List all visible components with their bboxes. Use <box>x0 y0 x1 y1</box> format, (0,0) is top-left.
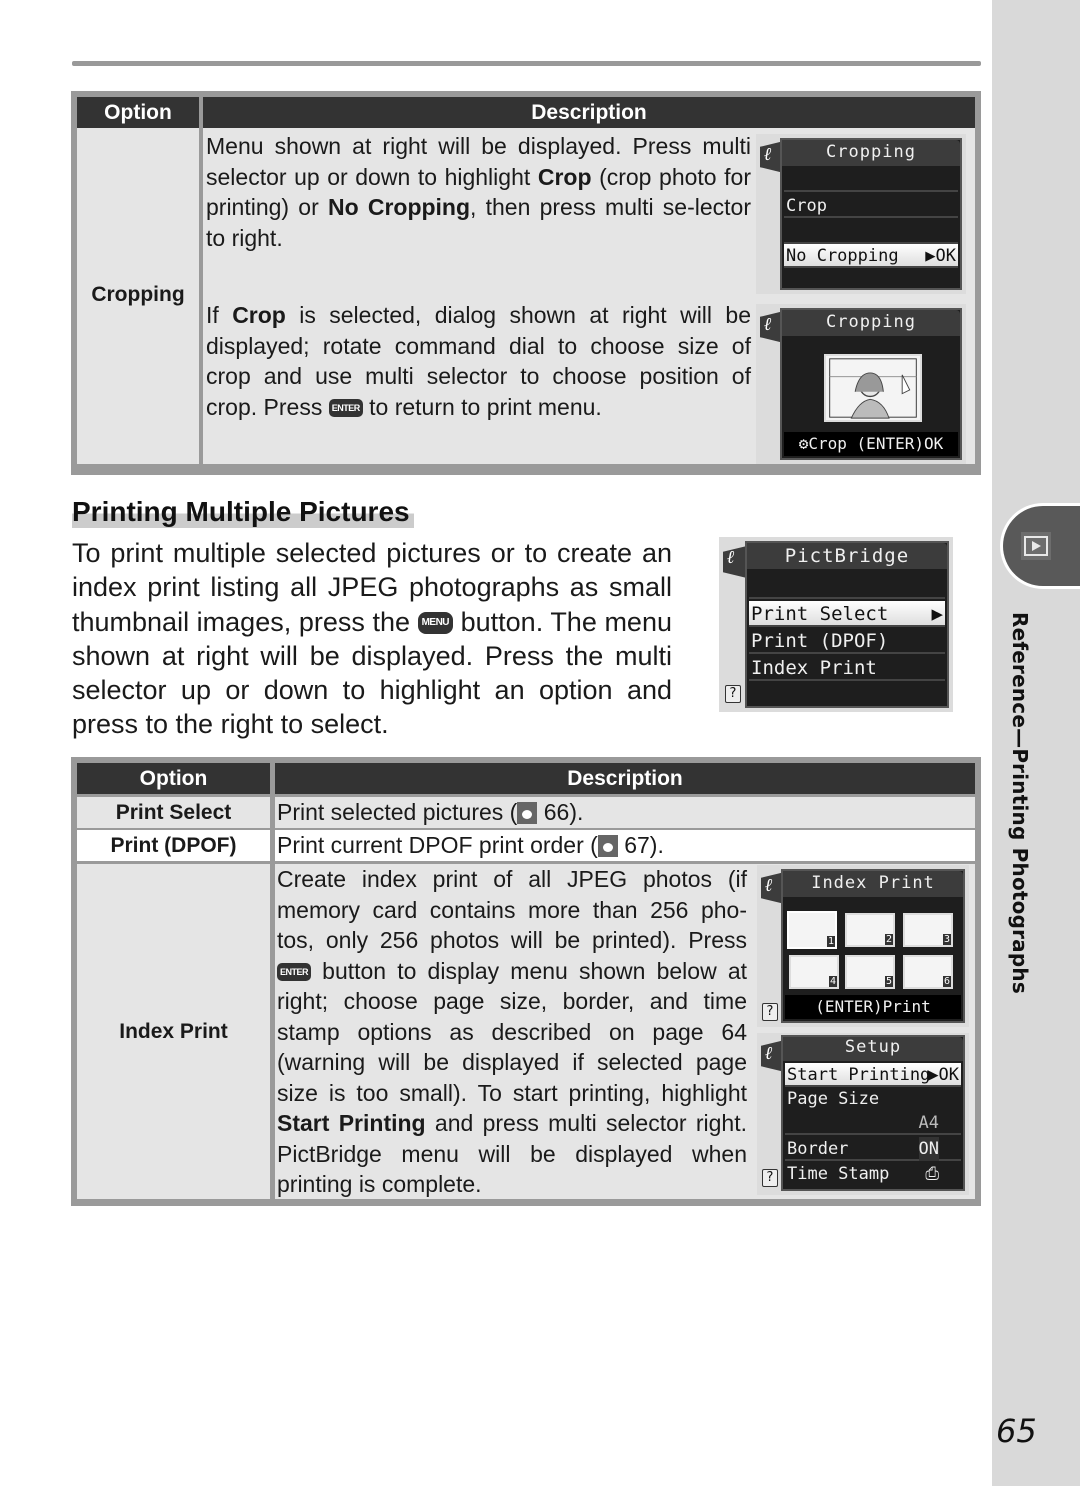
help-icon[interactable]: ? <box>762 1003 778 1021</box>
menu-item[interactable] <box>784 270 958 294</box>
index-print-footer: (ENTER)Print <box>785 995 961 1019</box>
menu-item-crop[interactable]: Crop <box>784 194 958 218</box>
enter-button-icon: ENTER <box>277 963 312 982</box>
screen-title: Cropping <box>826 312 916 332</box>
header-option: Option <box>77 763 270 794</box>
pictbridge-icon: ℓ <box>764 144 772 165</box>
screen-crop-menu: ℓ Cropping Crop No Cropping ▶OK <box>756 134 966 294</box>
screen-title: Setup <box>844 1037 902 1057</box>
header-description: Description <box>203 97 975 128</box>
menu-item-print-dpof[interactable]: Print (DPOF) <box>749 628 945 654</box>
description-cell: Print current DPOF print order ( 67). <box>275 830 975 861</box>
menu-button-icon: MENU <box>417 612 454 635</box>
screen-pictbridge: ℓ PictBridge Print Select ▶ Print (DPOF)… <box>719 537 953 712</box>
time-stamp-icon: ⎙ <box>925 1164 939 1184</box>
pictbridge-icon: ℓ <box>765 1043 773 1064</box>
menu-item-no-cropping[interactable]: No Cropping ▶OK <box>784 244 958 268</box>
screen-setup: ℓ Setup Start Printing ▶OK Page Size A4 … <box>757 1033 969 1195</box>
help-icon[interactable]: ? <box>725 685 741 703</box>
screen-title: Index Print <box>811 873 935 893</box>
side-strip <box>992 0 1080 1486</box>
table-row: Print Select Print selected pictures ( 6… <box>77 797 975 828</box>
screen-index-print: ℓ Index Print 1 2 3 4 5 6 (ENTER)Print ? <box>757 865 969 1027</box>
page-size-value[interactable]: A4 <box>785 1111 961 1135</box>
crop-dialog-footer: ⚙Crop (ENTER)OK <box>784 432 958 456</box>
menu-item-print-select[interactable]: Print Select ▶ <box>749 601 945 627</box>
table-row: Print (DPOF) Print current DPOF print or… <box>77 830 975 861</box>
enter-button-icon: ENTER <box>328 399 363 418</box>
top-rule <box>72 61 981 66</box>
section-title: Printing Multiple Pictures <box>72 496 414 528</box>
index-print-desc: Create index print of all JPEG photos (i… <box>277 866 747 1197</box>
chapter-tab[interactable] <box>1000 503 1080 589</box>
menu-item-start-printing[interactable]: Start Printing ▶OK <box>785 1063 961 1087</box>
ok-arrow: ▶OK <box>925 246 956 266</box>
menu-item-page-size[interactable]: Page Size <box>785 1087 961 1111</box>
pictbridge-icon: ℓ <box>764 314 772 335</box>
menu-item[interactable] <box>749 682 945 706</box>
help-icon[interactable]: ? <box>762 1169 778 1187</box>
pictbridge-icon: ℓ <box>727 547 735 568</box>
chapter-label: Reference—Printing Photographs <box>1008 612 1032 994</box>
section-intro: To print multiple selected pictures or t… <box>72 538 672 740</box>
pictbridge-icon: ℓ <box>765 875 773 896</box>
option-index-print: Index Print <box>77 864 270 1199</box>
crop-preview-image <box>824 354 922 422</box>
menu-item[interactable] <box>784 220 958 244</box>
option-print-select: Print Select <box>77 797 270 828</box>
page-number: 65 <box>996 1412 1037 1450</box>
screen-crop-dialog: ℓ Cropping ⚙Crop (ENTER)OK <box>756 304 966 464</box>
playback-icon <box>1021 532 1051 560</box>
thumbnail[interactable]: 4 <box>789 955 839 989</box>
menu-item[interactable] <box>784 168 958 192</box>
screen-title: PictBridge <box>784 545 910 567</box>
right-arrow-icon: ▶ <box>931 603 943 625</box>
header-option: Option <box>77 97 199 128</box>
thumbnail[interactable]: 5 <box>845 955 895 989</box>
thumbnail[interactable]: 1 <box>787 911 837 949</box>
description-cell: Print selected pictures ( 66). <box>275 797 975 828</box>
cropping-desc-b: If Crop is selected, dialog shown at rig… <box>206 302 752 420</box>
menu-item-time-stamp[interactable]: Time Stamp ⎙ <box>785 1162 961 1186</box>
thumbnail[interactable]: 3 <box>903 913 953 947</box>
thumbnail[interactable]: 6 <box>903 955 953 989</box>
option-cell: Cropping <box>77 128 199 464</box>
page-reference-icon <box>597 835 618 857</box>
menu-item-border[interactable]: Border ON <box>785 1137 961 1161</box>
menu-item[interactable] <box>749 573 945 599</box>
option-print-dpof: Print (DPOF) <box>77 830 270 861</box>
thumbnail[interactable]: 2 <box>845 913 895 947</box>
table-header: Option Description <box>77 97 975 128</box>
screen-title: Cropping <box>826 142 916 162</box>
ok-arrow: ▶OK <box>928 1065 959 1085</box>
menu-item-index-print[interactable]: Index Print <box>749 655 945 681</box>
header-description: Description <box>275 763 975 794</box>
table-header: Option Description <box>77 763 975 794</box>
page-reference-icon <box>517 802 538 824</box>
cropping-desc-a: Menu shown at right will be displayed. P… <box>206 133 752 251</box>
